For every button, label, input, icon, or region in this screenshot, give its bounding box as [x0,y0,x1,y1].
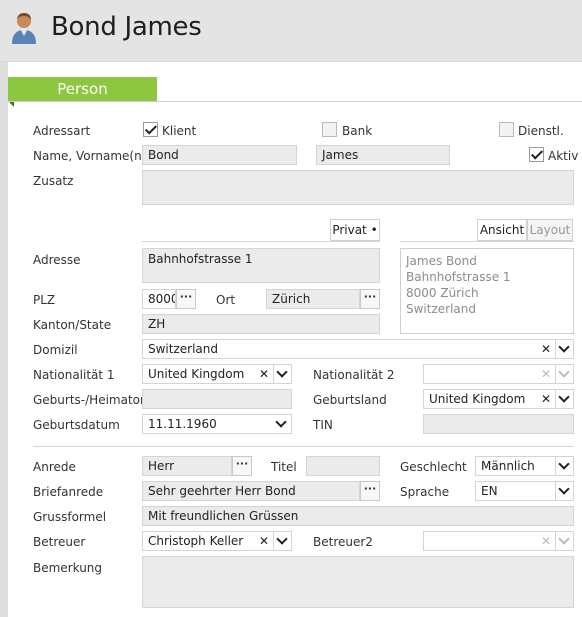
adressart-label: Adressart [33,124,91,138]
plz-field[interactable]: 8000 [142,289,176,309]
chevron-down-icon[interactable] [273,531,291,551]
domizil-clear-icon[interactable]: ✕ [539,339,553,359]
chevron-down-icon[interactable] [555,364,573,384]
name-label: Name, Vorname(n) [33,149,147,163]
domizil-combo[interactable]: Switzerland [142,339,574,359]
person-icon [12,13,36,44]
preview-line: James Bond [406,254,477,268]
chevron-down-icon[interactable] [273,414,291,434]
preview-tab-line [400,241,574,242]
ort-lookup-button[interactable]: ··· [360,289,380,309]
briefanrede-lookup-button[interactable]: ··· [360,481,380,501]
page-title: Bond James [51,12,202,42]
address-preview: James Bond Bahnhofstrasse 1 8000 Zürich … [400,248,574,334]
aktiv-label: Aktiv [548,149,579,163]
plz-label: PLZ [33,293,56,307]
chevron-down-icon[interactable] [555,531,573,551]
ort-field[interactable]: Zürich [266,289,360,309]
zusatz-label: Zusatz [33,174,74,188]
kanton-label: Kanton/State [33,318,112,332]
left-edge-bar [0,62,8,617]
betreuer-clear-icon[interactable]: ✕ [257,531,271,551]
geschlecht-label: Geschlecht [400,460,467,474]
nationalitaet2-label: Nationalität 2 [313,368,395,382]
betreuer2-clear-icon[interactable]: ✕ [539,531,553,551]
ort-label: Ort [216,293,236,307]
bemerkung-field[interactable] [142,556,574,608]
tab-ansicht[interactable]: Ansicht [477,219,527,241]
betreuer2-label: Betreuer2 [313,535,373,549]
klient-checkbox[interactable] [143,122,158,137]
chevron-down-icon[interactable] [555,481,573,501]
domizil-label: Domizil [33,343,78,357]
page-header: Bond James [0,0,582,62]
kanton-field[interactable]: ZH [142,314,380,334]
sprache-label: Sprache [400,485,450,499]
bank-label: Bank [342,124,373,138]
geburtsort-label: Geburts-/Heimatort [33,393,150,407]
dienstl-checkbox[interactable] [499,122,514,137]
address-tab-line [142,241,380,242]
first-name-field[interactable]: James [316,145,450,165]
preview-line: Bahnhofstrasse 1 [406,270,511,284]
tin-label: TIN [313,418,333,432]
grussformel-label: Grussformel [33,510,107,524]
tab-privat[interactable]: Privat • [330,219,380,241]
klient-label: Klient [162,124,197,138]
grussformel-field[interactable]: Mit freundlichen Grüssen [142,506,574,526]
tab-layout[interactable]: Layout [527,219,573,241]
chevron-down-icon[interactable] [555,339,573,359]
geburtsland-label: Geburtsland [313,393,387,407]
preview-line: Switzerland [406,302,476,316]
anrede-label: Anrede [33,460,76,474]
briefanrede-label: Briefanrede [33,485,104,499]
geburtsland-clear-icon[interactable]: ✕ [539,389,553,409]
preview-line: 8000 Zürich [406,286,479,300]
section-separator [33,446,574,447]
nationalitaet1-label: Nationalität 1 [33,368,115,382]
titel-label: Titel [271,460,297,474]
section-tab-person: Person [8,77,157,101]
bemerkung-label: Bemerkung [33,561,103,575]
betreuer-label: Betreuer [33,535,86,549]
bank-checkbox[interactable] [322,122,337,137]
anrede-field[interactable]: Herr [142,456,232,476]
zusatz-field[interactable] [142,170,574,205]
adresse-label: Adresse [33,253,81,267]
geburtsdatum-field[interactable]: 11.11.1960 [142,414,292,434]
briefanrede-field[interactable]: Sehr geehrter Herr Bond [142,481,360,501]
adresse-field[interactable]: Bahnhofstrasse 1 [142,248,380,283]
titel-field[interactable] [306,456,380,476]
chevron-down-icon[interactable] [555,389,573,409]
chevron-down-icon[interactable] [555,456,573,476]
nationalitaet1-clear-icon[interactable]: ✕ [257,364,271,384]
plz-lookup-button[interactable]: ··· [176,289,196,309]
geburtsdatum-label: Geburtsdatum [33,418,120,432]
section-divider [8,101,582,102]
tin-field[interactable] [423,414,574,434]
chevron-down-icon[interactable] [273,364,291,384]
aktiv-checkbox[interactable] [529,147,544,162]
nationalitaet2-clear-icon[interactable]: ✕ [539,364,553,384]
dienstl-label: Dienstl. [518,124,564,138]
last-name-field[interactable]: Bond [142,145,297,165]
anrede-lookup-button[interactable]: ··· [232,456,252,476]
geburtsort-field[interactable] [142,389,292,409]
